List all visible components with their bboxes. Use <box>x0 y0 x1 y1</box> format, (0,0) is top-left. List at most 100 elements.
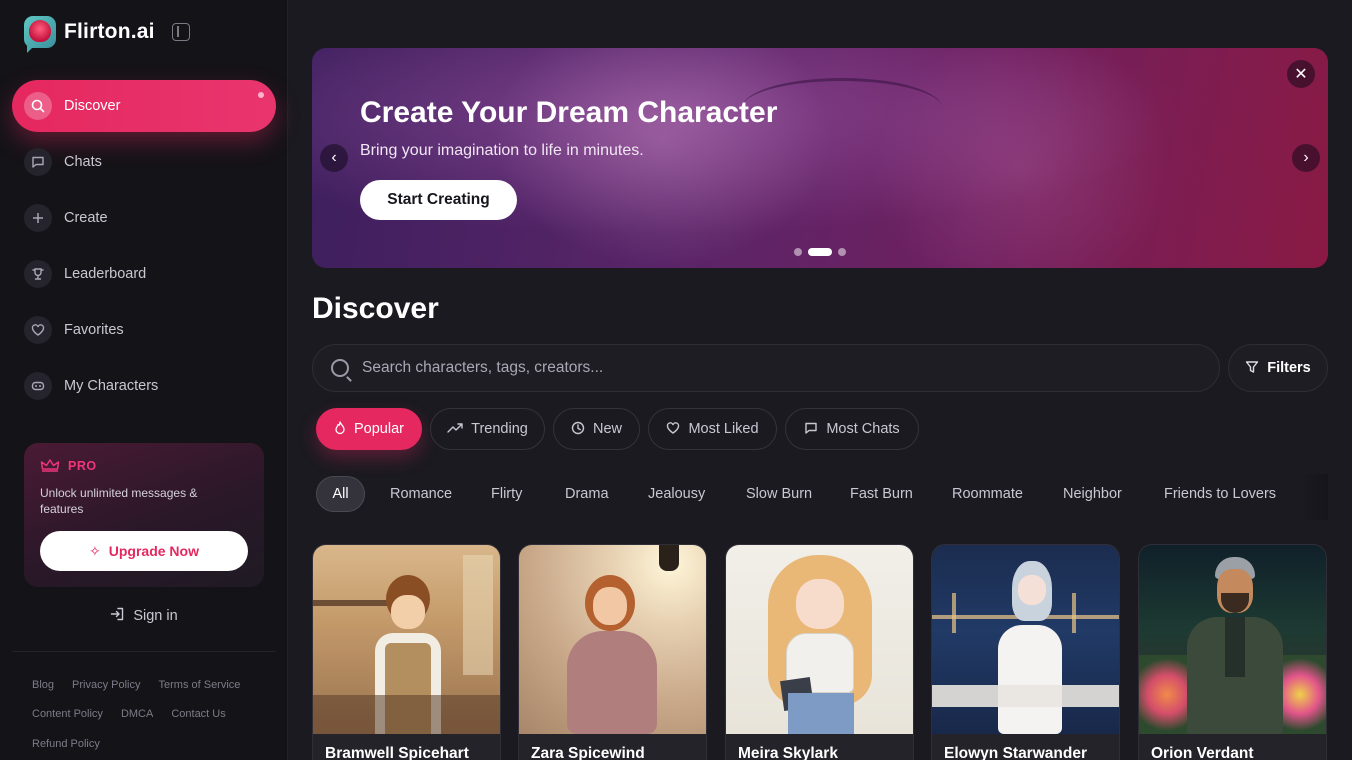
tag-friends-to-lovers[interactable]: Friends to Lovers <box>1164 476 1276 512</box>
character-image <box>726 545 913 734</box>
tab-label: Trending <box>471 421 528 437</box>
tab-label: Most Chats <box>826 421 900 437</box>
footer-link-refund-policy[interactable]: Refund Policy <box>32 738 100 750</box>
tab-most-chats[interactable]: Most Chats <box>785 408 919 450</box>
footer-links: Blog Privacy Policy Terms of Service Con… <box>32 670 272 759</box>
footer-link-content-policy[interactable]: Content Policy <box>32 708 103 720</box>
heart-icon <box>666 421 680 438</box>
sidebar-item-label: Chats <box>64 154 102 170</box>
tag-slow-burn[interactable]: Slow Burn <box>746 476 812 512</box>
collapse-sidebar-icon[interactable] <box>172 23 190 41</box>
sidebar-item-discover[interactable]: Discover <box>12 80 276 132</box>
sidebar-item-create[interactable]: Create <box>12 192 276 244</box>
footer-link-dmca[interactable]: DMCA <box>121 708 153 720</box>
tab-trending[interactable]: Trending <box>430 408 545 450</box>
tag-flirty[interactable]: Flirty <box>491 476 522 512</box>
start-creating-button[interactable]: Start Creating <box>360 180 517 220</box>
trophy-icon <box>24 260 52 288</box>
carousel-dot[interactable] <box>838 248 846 256</box>
rose-logo-icon <box>24 16 56 53</box>
search-icon <box>24 92 52 120</box>
pro-badge: PRO <box>68 459 97 473</box>
carousel-dot-active[interactable] <box>808 248 832 256</box>
crown-icon <box>40 459 60 473</box>
pro-text: Unlock unlimited messages & features <box>40 486 198 516</box>
brand[interactable]: Flirton.ai <box>24 16 155 53</box>
character-image <box>519 545 706 734</box>
tab-most-liked[interactable]: Most Liked <box>648 408 777 450</box>
chat-icon <box>24 148 52 176</box>
character-name: Elowyn Starwander <box>944 745 1087 760</box>
main-content: Create Your Dream Character Bring your i… <box>312 0 1328 760</box>
sign-in-label: Sign in <box>133 607 178 624</box>
hero-title: Create Your Dream Character <box>360 96 778 129</box>
close-icon[interactable]: ✕ <box>1287 60 1315 88</box>
character-name: Orion Verdant <box>1151 745 1254 760</box>
footer-link-privacy-policy[interactable]: Privacy Policy <box>72 679 140 691</box>
filters-button[interactable]: Filters <box>1228 344 1328 392</box>
tab-popular[interactable]: Popular <box>316 408 422 450</box>
tab-label: New <box>592 421 622 437</box>
pro-card: PRO Unlock unlimited messages & features… <box>24 443 264 587</box>
sidebar: Flirton.ai Discover Chats Create Leaderb… <box>0 0 288 760</box>
tag-all[interactable]: All <box>316 476 365 512</box>
character-card[interactable]: Elowyn Starwander <box>931 544 1120 760</box>
footer-link-terms-of-service[interactable]: Terms of Service <box>159 679 241 691</box>
search-input[interactable]: Search characters, tags, creators... <box>312 344 1220 392</box>
character-name: Zara Spicewind <box>531 745 645 760</box>
tag-drama[interactable]: Drama <box>565 476 609 512</box>
character-card[interactable]: Zara Spicewind <box>518 544 707 760</box>
filter-icon <box>1245 360 1259 377</box>
tag-romance[interactable]: Romance <box>390 476 452 512</box>
sidebar-item-chats[interactable]: Chats <box>12 136 276 188</box>
character-card[interactable]: Orion Verdant <box>1138 544 1327 760</box>
sidebar-item-label: Favorites <box>64 322 124 338</box>
sidebar-item-label: Discover <box>64 98 121 114</box>
character-card[interactable]: Bramwell Spicehart <box>312 544 501 760</box>
character-name: Meira Skylark <box>738 745 838 760</box>
clock-icon <box>571 421 585 438</box>
brand-name: Flirton.ai <box>64 20 155 43</box>
upgrade-now-button[interactable]: ✧ Upgrade Now <box>40 531 248 571</box>
chevron-left-icon[interactable]: ‹ <box>320 144 348 172</box>
sidebar-item-label: Leaderboard <box>64 266 147 282</box>
tag-roommate[interactable]: Roommate <box>952 476 1023 512</box>
sign-in-icon <box>110 607 125 624</box>
plus-icon <box>24 204 52 232</box>
page-title: Discover <box>312 292 439 325</box>
sidebar-item-my-characters[interactable]: My Characters <box>12 360 276 412</box>
hero-banner: Create Your Dream Character Bring your i… <box>312 48 1328 268</box>
sidebar-item-favorites[interactable]: Favorites <box>12 304 276 356</box>
tag-jealousy[interactable]: Jealousy <box>648 476 705 512</box>
sidebar-item-leaderboard[interactable]: Leaderboard <box>12 248 276 300</box>
tag-neighbor[interactable]: Neighbor <box>1063 476 1122 512</box>
tab-label: Most Liked <box>688 421 759 437</box>
active-dot <box>258 92 264 98</box>
tab-new[interactable]: New <box>553 408 640 450</box>
search-placeholder: Search characters, tags, creators... <box>362 359 604 376</box>
sidebar-item-label: My Characters <box>64 378 159 394</box>
footer-link-contact-us[interactable]: Contact Us <box>171 708 225 720</box>
flame-icon <box>334 420 346 438</box>
character-image <box>313 545 500 734</box>
character-name: Bramwell Spicehart <box>325 745 469 760</box>
character-card[interactable]: Meira Skylark <box>725 544 914 760</box>
character-image <box>932 545 1119 734</box>
tag-fast-burn[interactable]: Fast Burn <box>850 476 913 512</box>
sidebar-item-label: Create <box>64 210 108 226</box>
chevron-right-icon[interactable]: › <box>1292 144 1320 172</box>
sidebar-divider <box>12 651 276 652</box>
chat-icon <box>804 421 818 438</box>
sparkle-icon: ✧ <box>89 542 101 559</box>
filters-label: Filters <box>1267 360 1311 376</box>
upgrade-label: Upgrade Now <box>108 543 199 559</box>
heart-icon <box>24 316 52 344</box>
trending-icon <box>447 421 463 437</box>
hero-subtitle: Bring your imagination to life in minute… <box>360 142 644 159</box>
footer-link-blog[interactable]: Blog <box>32 679 54 691</box>
sign-in-link[interactable]: Sign in <box>0 607 288 624</box>
tab-label: Popular <box>354 421 404 437</box>
carousel-dot[interactable] <box>794 248 802 256</box>
search-icon <box>331 359 349 377</box>
carousel-dots <box>794 248 846 256</box>
